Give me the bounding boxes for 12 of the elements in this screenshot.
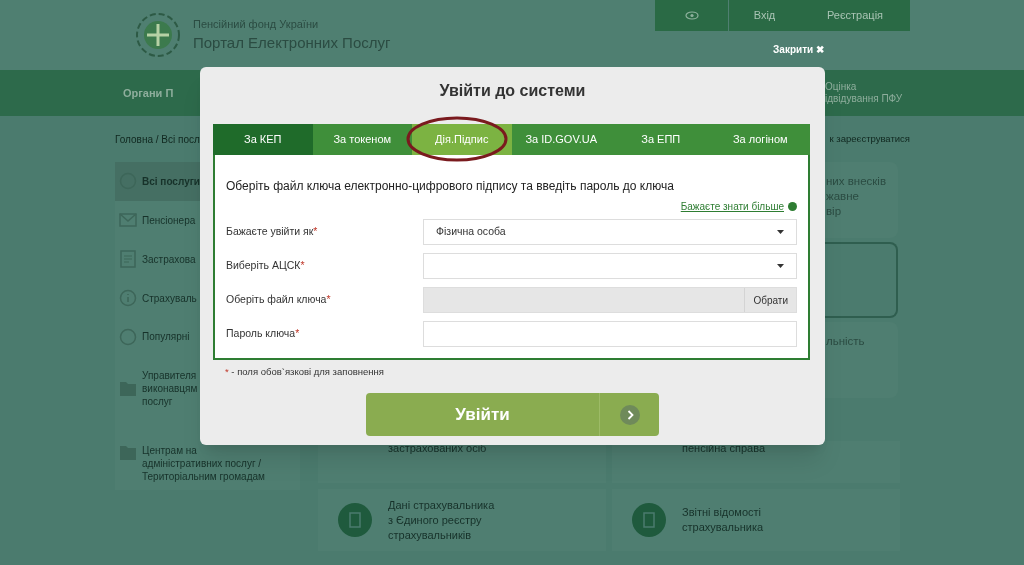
field-label: Виберіть АЦСК* [226, 258, 306, 274]
required-note: * - поля обов`язкові для заповнення [224, 365, 385, 379]
select-value: Фізична особа [436, 224, 506, 240]
form-heading: Оберіть файл ключа електронно-цифрового підпису та введіть пароль до ключа [226, 178, 675, 195]
field-label: Оберіть файл ключа* [226, 292, 332, 308]
card-text: пенсійна справа [682, 441, 765, 456]
card-text: Дані страхувальника з Єдиного реєстру страхувальників [388, 497, 495, 543]
field-label: Пароль ключа* [226, 326, 301, 342]
breadcrumb: Головна / Всі посл [115, 132, 200, 147]
field-label: Бажаєте увійти як* [226, 224, 319, 240]
dialog-title: Увійти до системи [438, 81, 587, 101]
card-text: Звітні відомості страхувальника [682, 505, 764, 535]
